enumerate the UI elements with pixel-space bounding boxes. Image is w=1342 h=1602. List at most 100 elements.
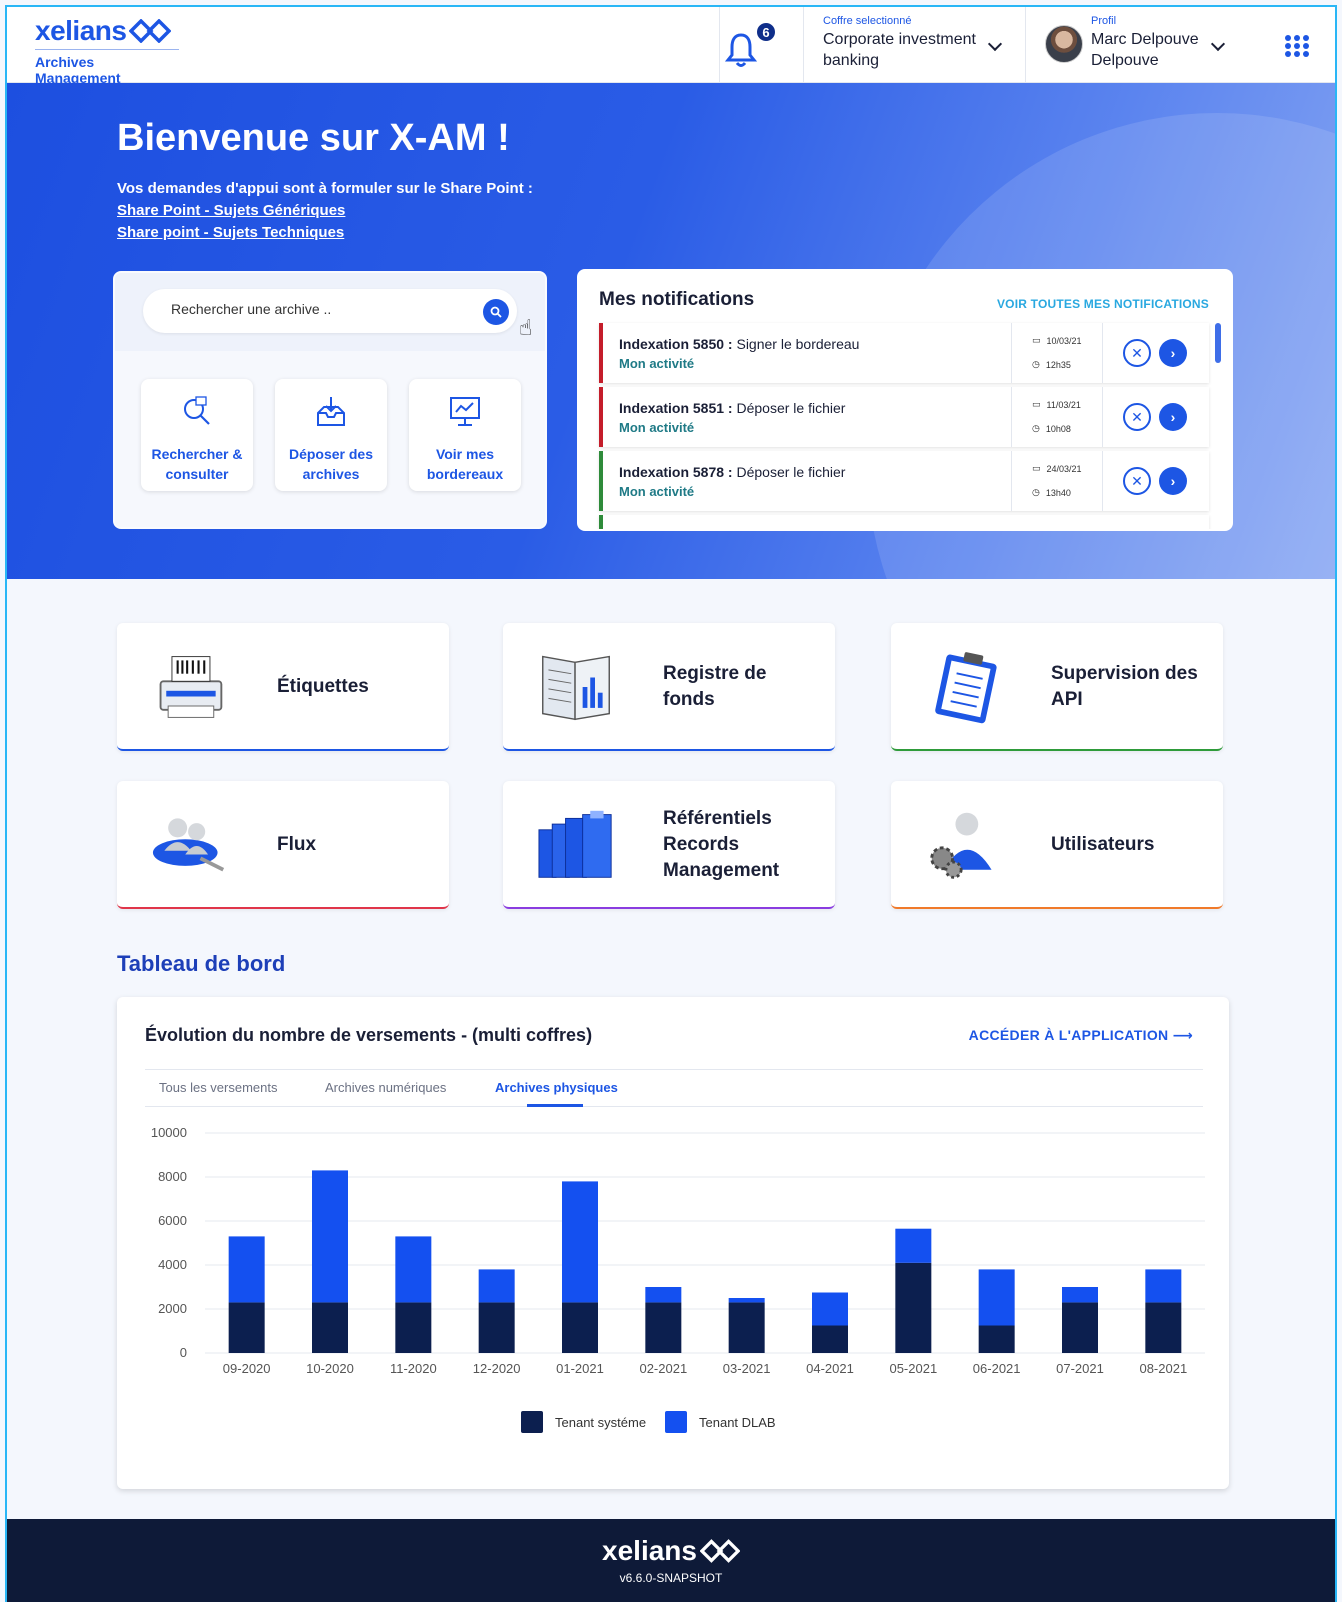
- legend-label: Tenant systéme: [555, 1415, 646, 1430]
- search-button[interactable]: [483, 299, 509, 325]
- folders-icon: [538, 810, 612, 878]
- tile-label: Registre de fonds: [663, 663, 767, 710]
- calendar-icon: ▭: [1032, 399, 1041, 409]
- bar-segment: [1145, 1302, 1182, 1353]
- notifications-button[interactable]: 6: [724, 21, 777, 69]
- chevron-right-icon: ›: [1170, 409, 1176, 425]
- dismiss-notification-button[interactable]: ✕: [1123, 467, 1151, 495]
- register-book-icon: [542, 655, 610, 721]
- profile-selector[interactable]: Profil Marc Delpouve Delpouve: [1091, 15, 1199, 71]
- notification-count-badge: 6: [755, 21, 777, 43]
- bar-segment: [812, 1325, 848, 1353]
- apps-grid-icon[interactable]: [1285, 35, 1310, 57]
- dismiss-notification-button[interactable]: ✕: [1123, 339, 1151, 367]
- x-tick-label: 11-2020: [390, 1361, 437, 1376]
- notification-date: ▭ 24/03/21: [1032, 463, 1082, 474]
- quick-action-deposit[interactable]: Déposer des archives: [275, 379, 387, 491]
- x-tick-label: 06-2021: [973, 1361, 1021, 1376]
- stacked-bar-chart: 0 2000 4000 6000 8000 10000 09-2020 10-2020 11-2…: [151, 1125, 1205, 1433]
- quick-action-label: Rechercher &: [151, 446, 243, 462]
- vault-selector[interactable]: Coffre selectionné Corporate investment …: [823, 15, 976, 71]
- module-tile[interactable]: Flux: [117, 781, 449, 909]
- module-tile[interactable]: Utilisateurs: [891, 781, 1223, 909]
- x-tick-label: 10-2020: [306, 1361, 354, 1376]
- dismiss-notification-button[interactable]: ✕: [1123, 403, 1151, 431]
- xelians-logo[interactable]: xelians Archives Management: [35, 15, 179, 86]
- y-tick-label: 0: [180, 1345, 187, 1360]
- profile-name: Marc Delpouve Delpouve: [1091, 29, 1199, 71]
- notifications-scrollbar[interactable]: [1215, 323, 1221, 363]
- quick-action-label: consulter: [165, 466, 229, 482]
- sharepoint-generic-link[interactable]: Share Point - Sujets Génériques: [117, 200, 533, 222]
- quick-action-search[interactable]: Rechercher & consulter: [141, 379, 253, 491]
- user-gears-icon: [930, 812, 992, 879]
- quick-action-slips[interactable]: Voir mes bordereaux: [409, 379, 521, 491]
- open-notification-button[interactable]: ›: [1159, 467, 1187, 495]
- search-input[interactable]: [171, 301, 471, 317]
- x-tick-label: 07-2021: [1056, 1361, 1104, 1376]
- notification-row[interactable]: [599, 515, 1209, 529]
- quick-action-label: bordereaux: [426, 466, 504, 482]
- search-panel: Rechercher & consulter Déposer des archi…: [113, 271, 547, 529]
- module-tile[interactable]: Supervision des API: [891, 623, 1223, 751]
- see-all-notifications-link[interactable]: VOIR TOUTES MES NOTIFICATIONS: [997, 297, 1209, 311]
- vault-value-line2: banking: [823, 52, 880, 69]
- avatar[interactable]: [1045, 25, 1083, 63]
- bar-segment: [1062, 1287, 1098, 1303]
- bar-segment: [645, 1287, 682, 1303]
- header-divider: [1025, 7, 1026, 83]
- notification-date: ▭ 11/03/21: [1032, 399, 1081, 410]
- clock-icon: ◷: [1032, 359, 1040, 369]
- tab-all-deposits[interactable]: Tous les versements: [159, 1080, 278, 1095]
- y-tick-label: 10000: [151, 1125, 187, 1140]
- footer-logo-text: xelians: [602, 1535, 697, 1566]
- search-icon: [490, 306, 502, 318]
- active-tab-indicator: [527, 1104, 583, 1107]
- header-divider: [803, 7, 804, 83]
- chevron-right-icon: ›: [1170, 345, 1176, 361]
- bar-segment: [312, 1170, 348, 1303]
- vault-chevron-down-icon[interactable]: [987, 36, 1003, 52]
- bar-segment: [728, 1298, 765, 1303]
- x-tick-label: 01-2021: [556, 1361, 604, 1376]
- y-tick-label: 8000: [158, 1169, 187, 1184]
- notification-datetime: ▭ 10/03/21 ◷ 12h35: [1011, 323, 1103, 383]
- quick-action-label: Voir mes: [435, 446, 495, 462]
- close-icon: ✕: [1131, 472, 1143, 489]
- users-flow-icon: [152, 818, 225, 872]
- open-application-link[interactable]: ACCÉDER À L'APPLICATION ⟶: [969, 1027, 1193, 1044]
- module-tile[interactable]: Référentiels Records Management: [503, 781, 835, 909]
- tab-physical-archives[interactable]: Archives physiques: [495, 1080, 618, 1095]
- bar-segment: [228, 1302, 265, 1353]
- chevron-right-icon: ›: [1170, 473, 1176, 489]
- support-text: Vos demandes d'appui sont à formuler sur…: [117, 180, 533, 197]
- legend-swatch: [665, 1411, 687, 1433]
- open-notification-button[interactable]: ›: [1159, 403, 1187, 431]
- bar-segment: [728, 1302, 765, 1353]
- notification-datetime: ▭ 24/03/21 ◷ 13h40: [1011, 451, 1103, 511]
- hand-cursor-icon: ☝: [519, 315, 533, 340]
- bar-segment: [812, 1292, 848, 1326]
- notification-row[interactable]: Indexation 5850 : Signer le bordereau Mon…: [599, 323, 1209, 383]
- notification-row[interactable]: Indexation 5851 : Déposer le fichier Mon …: [599, 387, 1209, 447]
- sharepoint-technical-link[interactable]: Share point - Sujets Techniques: [117, 222, 533, 244]
- notifications-panel: Mes notifications VOIR TOUTES MES NOTIFI…: [577, 269, 1233, 531]
- notification-title: Indexation 5851 : Déposer le fichier: [619, 400, 846, 416]
- bar-segment: [478, 1302, 515, 1353]
- notification-row[interactable]: Indexation 5878 : Déposer le fichier Mon …: [599, 451, 1209, 511]
- tab-digital-archives[interactable]: Archives numériques: [325, 1080, 446, 1095]
- logo-subtitle: Archives Management: [35, 49, 179, 86]
- module-tile[interactable]: Étiquettes: [117, 623, 449, 751]
- module-tile[interactable]: Registre de fonds: [503, 623, 835, 751]
- profile-chevron-down-icon[interactable]: [1210, 36, 1226, 52]
- notification-title: Indexation 5878 : Déposer le fichier: [619, 464, 846, 480]
- close-icon: ✕: [1131, 344, 1143, 361]
- tile-label: Référentiels Records Management: [663, 808, 780, 881]
- bar-segment: [312, 1302, 348, 1353]
- open-notification-button[interactable]: ›: [1159, 339, 1187, 367]
- bar-segment: [645, 1302, 682, 1353]
- notification-category: Mon activité: [619, 420, 695, 435]
- bar-segment: [1145, 1269, 1182, 1303]
- x-tick-label: 09-2020: [223, 1361, 271, 1376]
- x-tick-label: 12-2020: [473, 1361, 521, 1376]
